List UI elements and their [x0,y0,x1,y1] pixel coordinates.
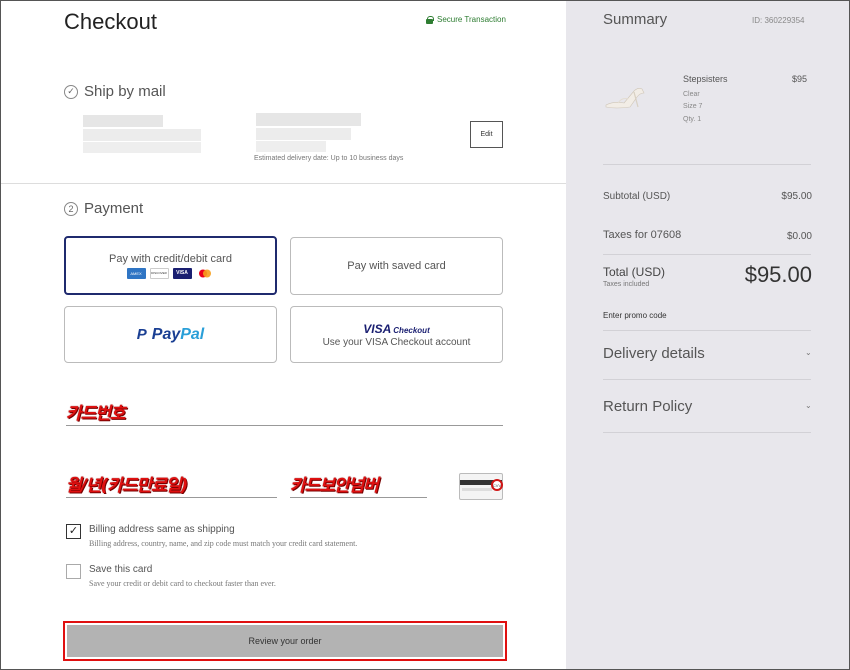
summary-title: Summary [603,11,668,28]
paypal-logo: P PayPal [137,326,205,344]
product-price: $95 [792,74,808,84]
summary-divider [603,254,811,255]
redacted-address-2 [83,142,201,153]
pay-card-label: Pay with credit/debit card [109,252,232,265]
review-highlight: Review your order [63,621,507,661]
review-order-button[interactable]: Review your order [67,625,503,657]
summary-divider [603,432,811,433]
taxes-label: Taxes for 07608 [603,229,682,241]
expiry-annotation: 월/년(카드만료일) [66,476,188,496]
taxes-value: $0.00 [786,231,812,242]
redacted-contact-3 [256,141,326,152]
product-qty: Qty. 1 [683,116,702,123]
visa-checkout-sub: Use your VISA Checkout account [322,336,471,348]
visa-icon: VISA [172,267,192,279]
save-card-row: Save this card Save your credit or debit… [66,564,276,588]
visa-checkout-option[interactable]: VISA Checkout Use your VISA Checkout acc… [290,306,503,363]
redacted-contact-1 [256,113,361,126]
cvv-field[interactable] [290,497,427,498]
taxes-included: Taxes included [603,281,650,288]
total-label: Total (USD) [603,265,666,279]
cvv-circle: CVV [491,479,503,491]
edit-shipping-button[interactable]: Edit [470,121,503,148]
save-card-label: Save this card [89,564,153,575]
checkout-main: Checkout Secure Transaction ✓ Ship by ma… [1,1,566,669]
paypal-word-1: Pay [151,325,181,343]
product-color: Clear [683,91,700,98]
billing-same-checkbox[interactable]: ✓ [66,524,81,539]
subtotal-label: Subtotal (USD) [603,191,671,202]
payment-step-label: Payment [84,200,144,217]
summary-divider [603,379,811,380]
payment-step-header: 2 Payment [64,200,143,217]
secure-label: Secure Transaction [437,15,506,24]
page-title: Checkout [64,9,157,34]
card-number-field[interactable] [66,425,503,426]
chevron-down-icon[interactable]: ⌄ [805,348,812,357]
subtotal-value: $95.00 [781,191,812,202]
redacted-name [83,115,163,127]
cvv-card-icon: CVV [459,473,503,500]
paypal-word-2: Pal [180,325,205,343]
billing-same-label: Billing address same as shipping [89,524,235,535]
redacted-address-1 [83,129,201,141]
promo-code-link[interactable]: Enter promo code [603,311,667,320]
summary-divider [603,330,811,331]
billing-same-sub: Billing address, country, name, and zip … [89,539,358,548]
card-signature [462,488,492,491]
expiry-field[interactable] [66,497,277,498]
card-brands: AMEX DISCOVER VISA [126,267,215,279]
save-card-checkbox[interactable] [66,564,81,579]
product-size: Size 7 [683,103,703,110]
return-policy-toggle[interactable]: Return Policy [603,398,692,415]
save-card-text: Save this card Save your credit or debit… [89,564,276,588]
order-id: ID: 360229354 [752,16,805,25]
redacted-contact-2 [256,128,351,140]
checkmark-icon: ✓ [68,525,79,537]
billing-same-text: Billing address same as shipping Billing… [89,524,357,548]
visa-checkout-logo: VISA Checkout [363,322,429,336]
paypal-icon: P [136,326,147,343]
visa-logo-word: VISA [363,321,392,336]
secure-transaction: Secure Transaction [426,15,506,24]
summary-divider [603,164,811,165]
lock-icon [426,15,434,24]
step-number: 2 [64,201,78,216]
mastercard-icon [195,267,215,279]
product-image [605,88,645,109]
product-name: Stepsisters [683,74,728,84]
order-summary: Summary ID: 360229354 Stepsisters Clear … [566,1,849,669]
amex-icon: AMEX [126,267,146,279]
card-number-annotation: 카드번호 [66,404,126,424]
billing-same-row: ✓ Billing address same as shipping Billi… [66,524,357,548]
ship-step-label: Ship by mail [84,83,166,100]
paypal-option[interactable]: P PayPal [64,306,277,363]
pay-saved-label: Pay with saved card [347,260,446,272]
delivery-details-toggle[interactable]: Delivery details [603,345,705,362]
total-value: $95.00 [744,262,812,287]
check-circle-icon: ✓ [64,84,78,99]
ship-step-header: ✓ Ship by mail [64,83,166,100]
discover-icon: DISCOVER [149,267,169,279]
pay-saved-card-option[interactable]: Pay with saved card [290,237,503,295]
visa-checkout-word: Checkout [393,325,430,335]
cvv-annotation: 카드보안넘버 [290,476,379,496]
section-divider [1,183,566,184]
estimated-delivery: Estimated delivery date: Up to 10 busine… [254,155,404,162]
chevron-down-icon[interactable]: ⌄ [805,401,812,410]
save-card-sub: Save your credit or debit card to checko… [89,579,276,588]
pay-card-option[interactable]: Pay with credit/debit card AMEX DISCOVER… [64,236,277,295]
